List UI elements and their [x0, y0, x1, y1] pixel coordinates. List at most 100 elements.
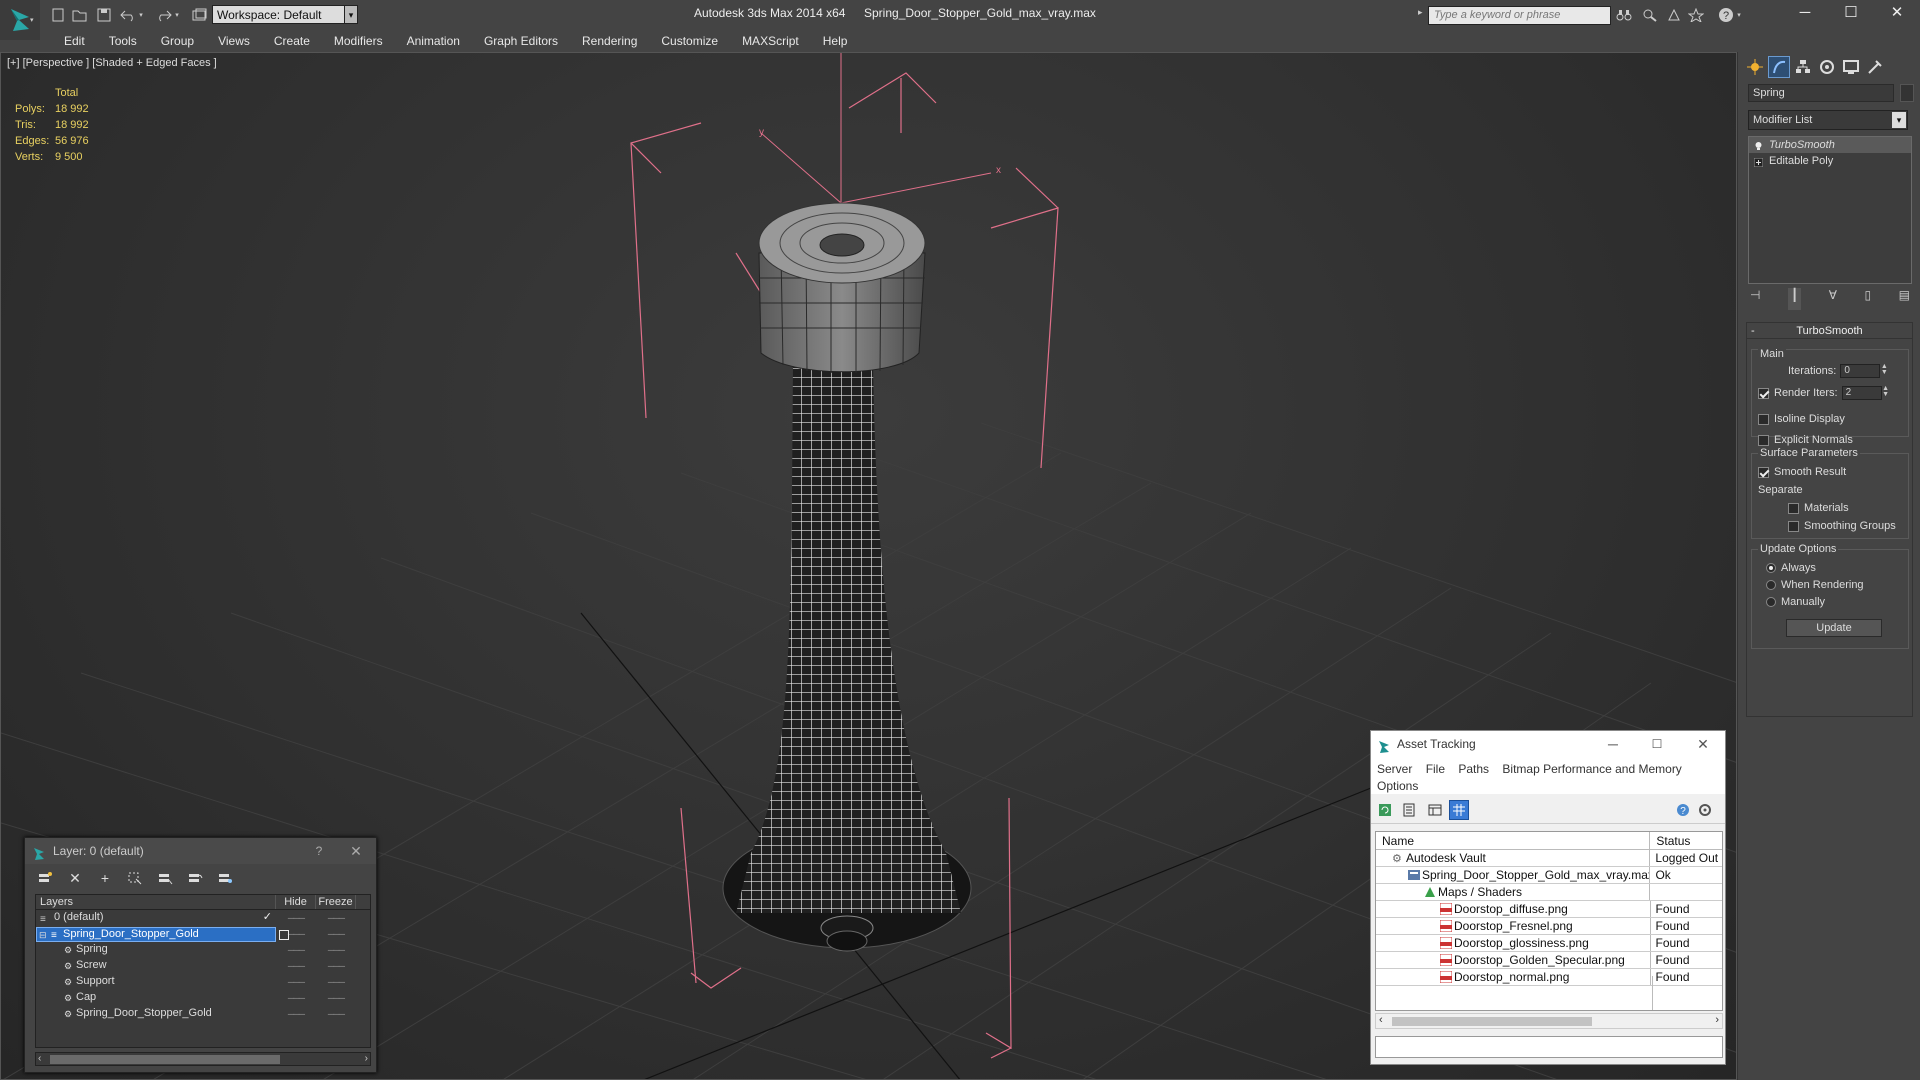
menu-edit[interactable]: Edit — [52, 30, 97, 52]
asset-menu-options[interactable]: Options — [1377, 779, 1418, 793]
explicit-normals-checkbox[interactable] — [1758, 434, 1769, 446]
hide-toggle[interactable]: ─── — [276, 977, 316, 987]
hide-all-layers-icon[interactable] — [183, 868, 207, 888]
highlight-layer-icon[interactable] — [153, 868, 177, 888]
asset-horizontal-scrollbar[interactable]: ‹ › — [1375, 1013, 1723, 1029]
pin-stack-icon[interactable]: ⊣ — [1750, 288, 1760, 310]
asset-row[interactable]: Doorstop_diffuse.png Found — [1376, 901, 1722, 918]
make-unique-icon[interactable]: ∀ — [1829, 288, 1837, 310]
asset-row[interactable]: Doorstop_normal.png Found — [1376, 969, 1722, 986]
menu-maxscript[interactable]: MAXScript — [730, 30, 811, 52]
col-layers[interactable]: Layers — [36, 895, 276, 909]
new-file-icon[interactable] — [48, 5, 68, 25]
when-rendering-radio[interactable] — [1766, 580, 1776, 591]
close-icon[interactable]: ✕ — [1874, 0, 1920, 26]
save-file-icon[interactable] — [94, 5, 114, 25]
freeze-toggle[interactable]: ─── — [316, 913, 356, 923]
freeze-toggle[interactable]: ─── — [316, 993, 356, 1003]
menu-create[interactable]: Create — [262, 30, 322, 52]
modifier-list-arrow-icon[interactable]: ▾ — [1892, 112, 1906, 128]
col-name[interactable]: Name — [1376, 832, 1651, 849]
scroll-left-icon[interactable]: ‹ — [1379, 1014, 1383, 1026]
layer-row-selected[interactable]: ⊟ ≡ Spring_Door_Stopper_Gold ─── ─── — [36, 926, 370, 942]
asset-maximize-icon[interactable]: ☐ — [1635, 731, 1679, 758]
collapse-minus-icon[interactable]: - — [1751, 323, 1755, 339]
make-current-layer-box[interactable] — [279, 929, 289, 940]
motion-tab-icon[interactable] — [1816, 56, 1838, 78]
modifier-list-dropdown[interactable]: Modifier List — [1748, 110, 1908, 130]
layer-row[interactable]: ≡ 0 (default) ✓ ─── ─── — [36, 910, 370, 926]
undo-icon[interactable] — [118, 5, 138, 25]
minimize-icon[interactable]: ─ — [1782, 0, 1828, 26]
scroll-thumb[interactable] — [1392, 1017, 1592, 1026]
table-view-icon[interactable] — [1425, 800, 1445, 820]
refresh-icon[interactable] — [1375, 800, 1395, 820]
menu-graph-editors[interactable]: Graph Editors — [472, 30, 570, 52]
asset-path-field[interactable] — [1375, 1036, 1723, 1058]
communication-center-icon[interactable] — [1640, 5, 1660, 25]
app-logo-icon[interactable]: ▾ — [0, 0, 40, 40]
freeze-toggle[interactable]: ─── — [316, 945, 356, 955]
smooth-result-checkbox[interactable] — [1758, 466, 1769, 478]
subscription-icon[interactable] — [1664, 5, 1684, 25]
transform-gizmo[interactable] — [760, 53, 992, 204]
manually-radio[interactable] — [1766, 597, 1776, 608]
create-layer-icon[interactable] — [33, 868, 57, 888]
menu-group[interactable]: Group — [149, 30, 206, 52]
delete-layer-icon[interactable]: ✕ — [63, 868, 87, 888]
col-status[interactable]: Status — [1650, 832, 1722, 849]
hide-toggle[interactable]: ─── — [276, 993, 316, 1003]
freeze-toggle[interactable]: ─── — [316, 977, 356, 987]
asset-menu-paths[interactable]: Paths — [1458, 762, 1489, 776]
layer-row[interactable]: ⚙ Support ─── ─── — [36, 974, 370, 990]
asset-help-icon[interactable]: ? — [1673, 800, 1693, 820]
asset-menu-bitmap[interactable]: Bitmap Performance and Memory — [1502, 762, 1681, 776]
bulb-icon[interactable] — [1754, 140, 1763, 150]
layer-horizontal-scrollbar[interactable]: ‹ › — [35, 1052, 371, 1066]
scroll-thumb[interactable] — [50, 1055, 280, 1064]
layer-dialog-titlebar[interactable]: Layer: 0 (default) ? ✕ — [25, 838, 376, 864]
undo-dropdown-icon[interactable]: ▾ — [136, 5, 146, 25]
search-input[interactable]: Type a keyword or phrase — [1428, 6, 1611, 25]
stack-item-editable-poly[interactable]: Editable Poly — [1749, 153, 1911, 169]
render-iters-spinner-arrows-icon[interactable]: ▲ ▼ — [1882, 385, 1890, 400]
create-tab-icon[interactable] — [1744, 56, 1766, 78]
menu-help[interactable]: Help — [811, 30, 860, 52]
configure-sets-icon[interactable]: ▤ — [1899, 288, 1910, 310]
isoline-display-checkbox[interactable] — [1758, 413, 1769, 425]
object-color-swatch[interactable] — [1900, 84, 1914, 102]
layer-row[interactable]: ⚙ Spring_Door_Stopper_Gold ─── ─── — [36, 1006, 370, 1022]
redo-icon[interactable] — [154, 5, 174, 25]
workspace-dropdown-arrow-icon[interactable]: ▾ — [344, 5, 358, 24]
asset-row[interactable]: Spring_Door_Stopper_Gold_max_vray.max Ok — [1376, 867, 1722, 884]
layer-row[interactable]: ⚙ Cap ─── ─── — [36, 990, 370, 1006]
scroll-left-icon[interactable]: ‹ — [38, 1053, 41, 1064]
modify-tab-icon[interactable] — [1768, 56, 1790, 78]
open-file-icon[interactable] — [70, 5, 90, 25]
expand-plus-icon[interactable] — [1753, 156, 1764, 168]
layer-row[interactable]: ⚙ Screw ─── ─── — [36, 958, 370, 974]
menu-modifiers[interactable]: Modifiers — [322, 30, 395, 52]
menu-tools[interactable]: Tools — [97, 30, 149, 52]
asset-row[interactable]: Doorstop_Golden_Specular.png Found — [1376, 952, 1722, 969]
remove-modifier-icon[interactable]: ▯ — [1865, 288, 1872, 310]
render-iters-spinner[interactable]: 2 — [1841, 386, 1882, 400]
workspace-dropdown[interactable]: Workspace: Default — [212, 5, 358, 24]
utilities-tab-icon[interactable] — [1864, 56, 1886, 78]
menu-animation[interactable]: Animation — [395, 30, 472, 52]
asset-settings-icon[interactable] — [1695, 800, 1715, 820]
object-name-field[interactable]: Spring — [1748, 84, 1894, 102]
layer-row[interactable]: ⚙ Spring ─── ─── — [36, 942, 370, 958]
asset-row[interactable]: ⚙ Autodesk Vault Logged Out — [1376, 850, 1722, 867]
maximize-icon[interactable]: ☐ — [1828, 0, 1874, 26]
grid-view-icon[interactable] — [1449, 800, 1469, 820]
help-icon[interactable]: ? — [1716, 5, 1736, 25]
rollout-header[interactable]: - TurboSmooth — [1747, 323, 1912, 339]
project-folder-icon[interactable] — [190, 5, 210, 25]
active-layer-check-icon[interactable]: ✓ — [263, 911, 272, 924]
materials-checkbox[interactable] — [1788, 502, 1799, 514]
asset-row[interactable]: Maps / Shaders — [1376, 884, 1722, 901]
asset-close-icon[interactable]: ✕ — [1681, 731, 1725, 758]
col-freeze[interactable]: Freeze — [316, 895, 356, 909]
viewport-label[interactable]: [+] [Perspective ] [Shaded + Edged Faces… — [7, 57, 217, 69]
